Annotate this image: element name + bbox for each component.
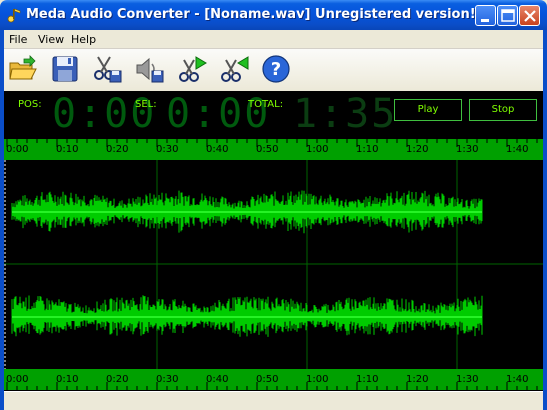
timeline-tick-label: 1:00	[306, 144, 329, 155]
timeline-tick-label: 1:40	[506, 374, 529, 385]
timeline-tick-label: 1:30	[456, 144, 479, 155]
window-title: Meda Audio Converter - [Noname.wav] Unre…	[26, 7, 476, 22]
music-note-icon	[6, 7, 22, 23]
play-cut-button[interactable]	[176, 53, 208, 85]
waveform-canvas[interactable]	[4, 160, 543, 369]
timeline-ruler-bottom[interactable]: 0:00 0:10 0:20 0:30 0:40 0:50 1:00 1:10 1:20 1:30…	[4, 369, 543, 390]
stop-button[interactable]: Stop	[469, 99, 537, 121]
title-bar[interactable]: Meda Audio Converter - [Noname.wav] Unre…	[0, 0, 547, 30]
timeline-tick-label: 1:10	[356, 374, 379, 385]
play-button[interactable]: Play	[394, 99, 462, 121]
timeline-tick-label: 1:10	[356, 144, 379, 155]
toolbar: ?	[4, 49, 543, 91]
menu-view[interactable]: View	[38, 33, 64, 46]
close-button[interactable]	[519, 5, 540, 26]
help-button[interactable]: ?	[260, 53, 292, 85]
save-icon	[52, 56, 78, 82]
timeline-tick-label: 0:10	[56, 144, 79, 155]
cut-play-button[interactable]	[218, 53, 250, 85]
menu-bar: File View Help	[4, 30, 543, 49]
cut-save-button[interactable]	[90, 53, 122, 85]
timeline-tick-label: 1:30	[456, 374, 479, 385]
open-button[interactable]	[6, 53, 38, 85]
save-button[interactable]	[49, 53, 81, 85]
timeline-tick-label: 0:50	[256, 144, 279, 155]
help-icon: ?	[262, 55, 290, 83]
app-window: Meda Audio Converter - [Noname.wav] Unre…	[0, 0, 547, 410]
timeline-tick-label: 0:40	[206, 374, 229, 385]
minimize-button[interactable]	[475, 5, 496, 26]
maximize-icon	[501, 9, 515, 22]
maximize-button[interactable]	[497, 5, 518, 26]
menu-file[interactable]: File	[9, 33, 27, 46]
timeline-tick-label: 1:00	[306, 374, 329, 385]
open-folder-icon	[9, 55, 37, 80]
timeline-tick-label: 0:00	[6, 144, 29, 155]
play-cut-icon	[179, 56, 207, 82]
window-frame-right	[543, 30, 547, 410]
status-bar	[4, 391, 543, 410]
speaker-save-button[interactable]	[132, 53, 164, 85]
timeline-tick-label: 1:20	[406, 144, 429, 155]
timeline-tick-label: 0:20	[106, 374, 129, 385]
timeline-tick-label: 1:20	[406, 374, 429, 385]
close-icon	[524, 10, 536, 22]
cut-play-icon	[221, 56, 249, 82]
menu-help[interactable]: Help	[71, 33, 96, 46]
timeline-tick-label: 0:10	[56, 374, 79, 385]
timeline-tick-label: 0:20	[106, 144, 129, 155]
svg-text:?: ?	[271, 59, 281, 80]
waveform-view[interactable]: 0:00 0:10 0:20 0:30 0:40 0:50 1:00 1:10 1:20 1:30…	[4, 139, 543, 391]
timeline-tick-label: 0:40	[206, 144, 229, 155]
timeline-ruler-top[interactable]: 0:00 0:10 0:20 0:30 0:40 0:50 1:00 1:10 1:20 1:30…	[4, 139, 543, 160]
waveform-channel-right	[11, 295, 483, 337]
timeline-tick-label: 0:30	[156, 144, 179, 155]
timeline-tick-label: 0:30	[156, 374, 179, 385]
sel-label: SEL:	[135, 99, 157, 110]
timeline-tick-label: 0:00	[6, 374, 29, 385]
pos-label: POS:	[18, 99, 42, 110]
minimize-icon	[481, 19, 489, 22]
cut-save-icon	[94, 56, 122, 83]
total-label: TOTAL:	[248, 99, 284, 110]
time-display-panel: POS: 0:00 SEL: 0:00 TOTAL: 1:35 Play Sto…	[4, 91, 543, 139]
timeline-tick-label: 0:50	[256, 374, 279, 385]
total-value: 1:35	[293, 91, 398, 137]
speaker-save-icon	[136, 57, 164, 83]
timeline-tick-label: 1:40	[506, 144, 529, 155]
